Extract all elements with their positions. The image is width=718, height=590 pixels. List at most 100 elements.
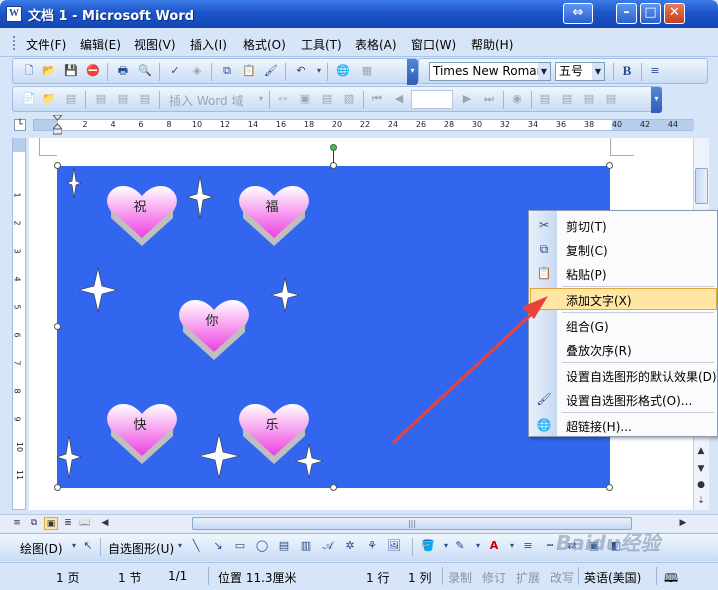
star-shape[interactable]: [295, 444, 323, 478]
menu-view[interactable]: 视图(V): [134, 36, 176, 53]
chevron-down-icon[interactable]: ▾: [504, 538, 520, 554]
scroll-down-icon[interactable]: ▼: [694, 462, 708, 476]
menu-grip-icon[interactable]: [13, 36, 16, 50]
menu-item-group[interactable]: 组合(G): [530, 314, 717, 336]
find-entry-icon[interactable]: ◉: [509, 91, 525, 107]
heart-shape-3[interactable]: 你: [177, 298, 251, 364]
merge-to-document-icon[interactable]: ▤: [537, 91, 553, 107]
word-app-icon[interactable]: W: [6, 6, 22, 22]
horizontal-ruler[interactable]: 2 4 6 8 10 12 14 16 18 20 22 24 26 28 30…: [33, 114, 694, 135]
save-icon[interactable]: 💾: [63, 63, 79, 79]
paste-icon[interactable]: 📋: [241, 63, 257, 79]
copy-icon[interactable]: ⧉: [219, 63, 235, 79]
next-record-icon[interactable]: ▶: [459, 91, 475, 107]
resize-handle[interactable]: [54, 323, 61, 330]
undo-icon[interactable]: ↶: [293, 63, 309, 79]
previous-record-icon[interactable]: ◀: [391, 91, 407, 107]
spelling-icon[interactable]: ✓: [167, 63, 183, 79]
menu-item-format-shape[interactable]: 🖌 设置自选图形格式(O)...: [530, 388, 717, 410]
resize-handle[interactable]: [606, 484, 613, 491]
new-doc-icon[interactable]: 🗋: [21, 63, 37, 79]
highlight-fields-icon[interactable]: ▣: [297, 91, 313, 107]
record-number-input[interactable]: [411, 90, 453, 109]
star-shape[interactable]: [67, 168, 81, 198]
line-style-icon[interactable]: ≡: [520, 538, 536, 554]
recipients-icon[interactable]: ▤: [63, 91, 79, 107]
maximize-button[interactable]: □: [640, 3, 661, 24]
oval-icon[interactable]: ◯: [254, 538, 270, 554]
rectangle-icon[interactable]: ▭: [232, 538, 248, 554]
chevron-down-icon[interactable]: ▾: [253, 91, 269, 107]
picture-icon[interactable]: 🖼: [386, 538, 402, 554]
view-merged-data-icon[interactable]: «»: [275, 91, 291, 107]
undo-dropdown-icon[interactable]: ▾: [311, 63, 327, 79]
tab-selector-icon[interactable]: └: [14, 119, 26, 131]
outline-view-icon[interactable]: ≣: [61, 517, 75, 530]
select-browse-object-icon[interactable]: ●: [694, 478, 708, 492]
bold-button[interactable]: B: [619, 63, 635, 79]
menu-item-hyperlink[interactable]: 🌐 超链接(H)...: [530, 414, 717, 436]
autoshapes-menu-button[interactable]: 自选图形(U): [108, 540, 174, 557]
clip-art-icon[interactable]: ⚘: [364, 538, 380, 554]
merge-fields-icon[interactable]: ▤: [137, 91, 153, 107]
normal-view-icon[interactable]: ≡: [10, 517, 24, 530]
close-button[interactable]: ✕: [664, 3, 685, 24]
chevron-down-icon[interactable]: ▼: [538, 63, 550, 80]
scroll-up-icon[interactable]: ▲: [694, 444, 708, 458]
resize-handle[interactable]: [330, 162, 337, 169]
menu-tools[interactable]: 工具(T): [301, 36, 342, 53]
menu-file[interactable]: 文件(F): [26, 36, 66, 53]
print-icon[interactable]: 🖶: [115, 63, 131, 79]
heart-shape-4[interactable]: 快: [105, 402, 179, 468]
chevron-down-icon[interactable]: ▾: [470, 538, 486, 554]
font-color-icon[interactable]: A: [486, 538, 502, 554]
wordart-icon[interactable]: 𝒜: [320, 538, 336, 554]
status-trk[interactable]: 修订: [482, 569, 506, 586]
menu-table[interactable]: 表格(A): [355, 36, 397, 53]
propagate-labels-icon[interactable]: ▧: [341, 91, 357, 107]
merge-to-printer-icon[interactable]: ▤: [559, 91, 575, 107]
first-record-icon[interactable]: ⏮: [369, 91, 385, 107]
fill-color-icon[interactable]: 🪣: [420, 538, 436, 554]
menu-edit[interactable]: 编辑(E): [80, 36, 121, 53]
web-view-icon[interactable]: ⧉: [27, 517, 41, 530]
permission-icon[interactable]: ⛔: [85, 63, 101, 79]
resize-handle[interactable]: [606, 162, 613, 169]
match-fields-icon[interactable]: ▤: [319, 91, 335, 107]
menu-help[interactable]: 帮助(H): [471, 36, 513, 53]
status-rec[interactable]: 录制: [448, 569, 472, 586]
open-data-source-icon[interactable]: 📁: [41, 91, 57, 107]
menu-insert[interactable]: 插入(I): [190, 36, 227, 53]
star-shape[interactable]: [271, 278, 299, 312]
open-folder-icon[interactable]: 📂: [41, 63, 57, 79]
text-box-icon[interactable]: ▤: [276, 538, 292, 554]
tables-borders-icon[interactable]: ▦: [359, 63, 375, 79]
indent-marker-icon[interactable]: [51, 114, 64, 135]
font-size-combo[interactable]: 五号 ▼: [555, 62, 605, 81]
heart-shape-1[interactable]: 祝: [105, 184, 179, 250]
hyperlink-icon[interactable]: 🌐: [335, 63, 351, 79]
resize-handle[interactable]: [330, 484, 337, 491]
arrow-icon[interactable]: ↘: [210, 538, 226, 554]
diagram-icon[interactable]: ✲: [342, 538, 358, 554]
menu-item-cut[interactable]: ✂ 剪切(T): [530, 214, 717, 236]
merge-to-fax-icon[interactable]: ▤: [603, 91, 619, 107]
rotate-handle[interactable]: [330, 144, 337, 151]
resize-handle[interactable]: [54, 162, 61, 169]
menu-item-add-text[interactable]: 添加文字(X): [530, 288, 717, 310]
reading-view-icon[interactable]: 📖: [78, 517, 92, 530]
menu-item-copy[interactable]: ⧉ 复制(C): [530, 238, 717, 260]
scroll-right-icon[interactable]: ▶: [676, 517, 690, 530]
chevron-down-icon[interactable]: ▼: [592, 63, 604, 80]
select-objects-icon[interactable]: ↖: [80, 538, 96, 554]
next-page-icon[interactable]: ⇣: [694, 494, 708, 508]
scroll-thumb[interactable]: [695, 168, 708, 204]
toolbar-options-chevron-icon[interactable]: ▾: [651, 87, 662, 113]
align-icon[interactable]: ≡: [647, 63, 663, 79]
spelling-status-icon[interactable]: 🕮: [664, 569, 678, 590]
resize-handle[interactable]: [54, 484, 61, 491]
print-preview-icon[interactable]: 🔍: [137, 63, 153, 79]
print-view-icon[interactable]: ▣: [44, 517, 58, 530]
last-record-icon[interactable]: ⏭: [481, 91, 497, 107]
greeting-line-icon[interactable]: ▤: [115, 91, 131, 107]
